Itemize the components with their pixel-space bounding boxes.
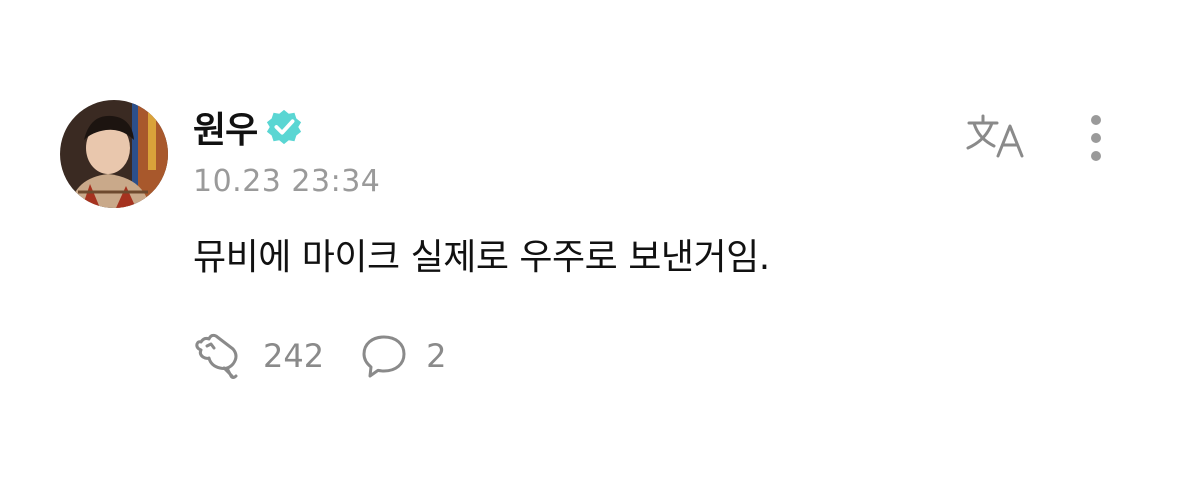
more-vertical-icon [1091, 115, 1101, 161]
comment-count: 2 [426, 337, 447, 375]
verified-badge-icon [267, 109, 302, 145]
more-options-button[interactable] [1072, 110, 1120, 166]
translate-button[interactable] [962, 110, 1030, 162]
avatar-image [60, 100, 168, 208]
reaction-count: 242 [263, 337, 325, 375]
comment-button[interactable]: 2 [360, 332, 446, 380]
reaction-button[interactable]: 242 [193, 332, 324, 380]
author-name[interactable]: 원우 [193, 101, 258, 153]
reaction-icon [195, 333, 238, 379]
post-text: 뮤비에 마이크 실제로 우주로 보낸거임. [193, 237, 770, 278]
post-timestamp: 10.23 23:34 [193, 164, 381, 199]
comment-icon [362, 335, 406, 378]
post-actions: 242 2 [193, 332, 482, 380]
author-row: 원우 [193, 101, 303, 153]
avatar[interactable] [60, 100, 168, 208]
translate-icon [966, 114, 1024, 158]
